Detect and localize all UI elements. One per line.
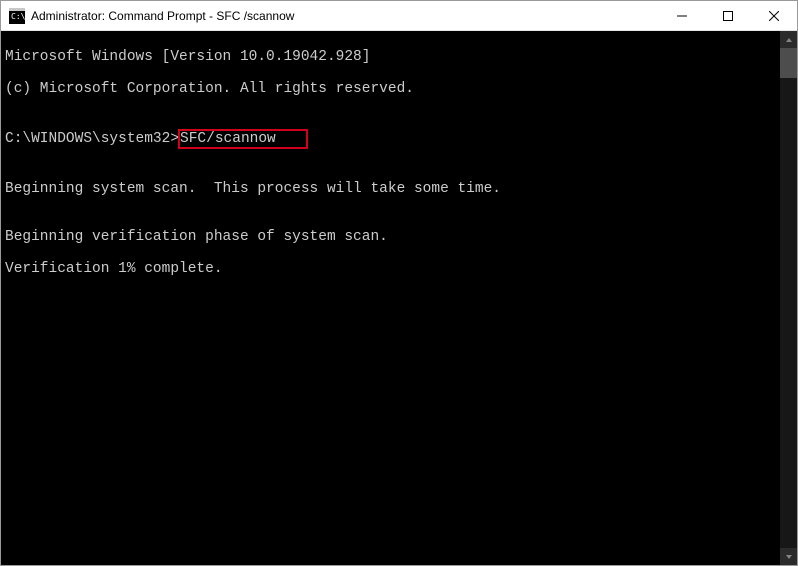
terminal-output: Microsoft Windows [Version 10.0.19042.92… [1, 31, 797, 311]
scroll-down-icon[interactable] [780, 548, 797, 565]
window-titlebar: C:\ Administrator: Command Prompt - SFC … [1, 1, 797, 31]
window-title: Administrator: Command Prompt - SFC /sca… [31, 9, 659, 23]
output-line: (c) Microsoft Corporation. All rights re… [5, 81, 793, 97]
prompt-line: C:\WINDOWS\system32>SFC/scannow [5, 129, 793, 149]
vertical-scrollbar[interactable] [780, 31, 797, 565]
scrollbar-track[interactable] [780, 48, 797, 548]
maximize-button[interactable] [705, 1, 751, 31]
command-highlight: SFC/scannow [178, 129, 308, 149]
output-line: Beginning system scan. This process will… [5, 181, 793, 197]
terminal-area[interactable]: Microsoft Windows [Version 10.0.19042.92… [1, 31, 797, 565]
svg-text:C:\: C:\ [11, 12, 25, 21]
cmd-icon: C:\ [9, 8, 25, 24]
prompt-text: C:\WINDOWS\system32> [5, 131, 179, 147]
scroll-up-icon[interactable] [780, 31, 797, 48]
close-button[interactable] [751, 1, 797, 31]
minimize-button[interactable] [659, 1, 705, 31]
output-line: Verification 1% complete. [5, 261, 793, 277]
command-text: SFC/scannow [180, 131, 276, 147]
output-line: Beginning verification phase of system s… [5, 229, 793, 245]
window-controls [659, 1, 797, 31]
output-line: Microsoft Windows [Version 10.0.19042.92… [5, 49, 793, 65]
scrollbar-thumb[interactable] [780, 48, 797, 78]
